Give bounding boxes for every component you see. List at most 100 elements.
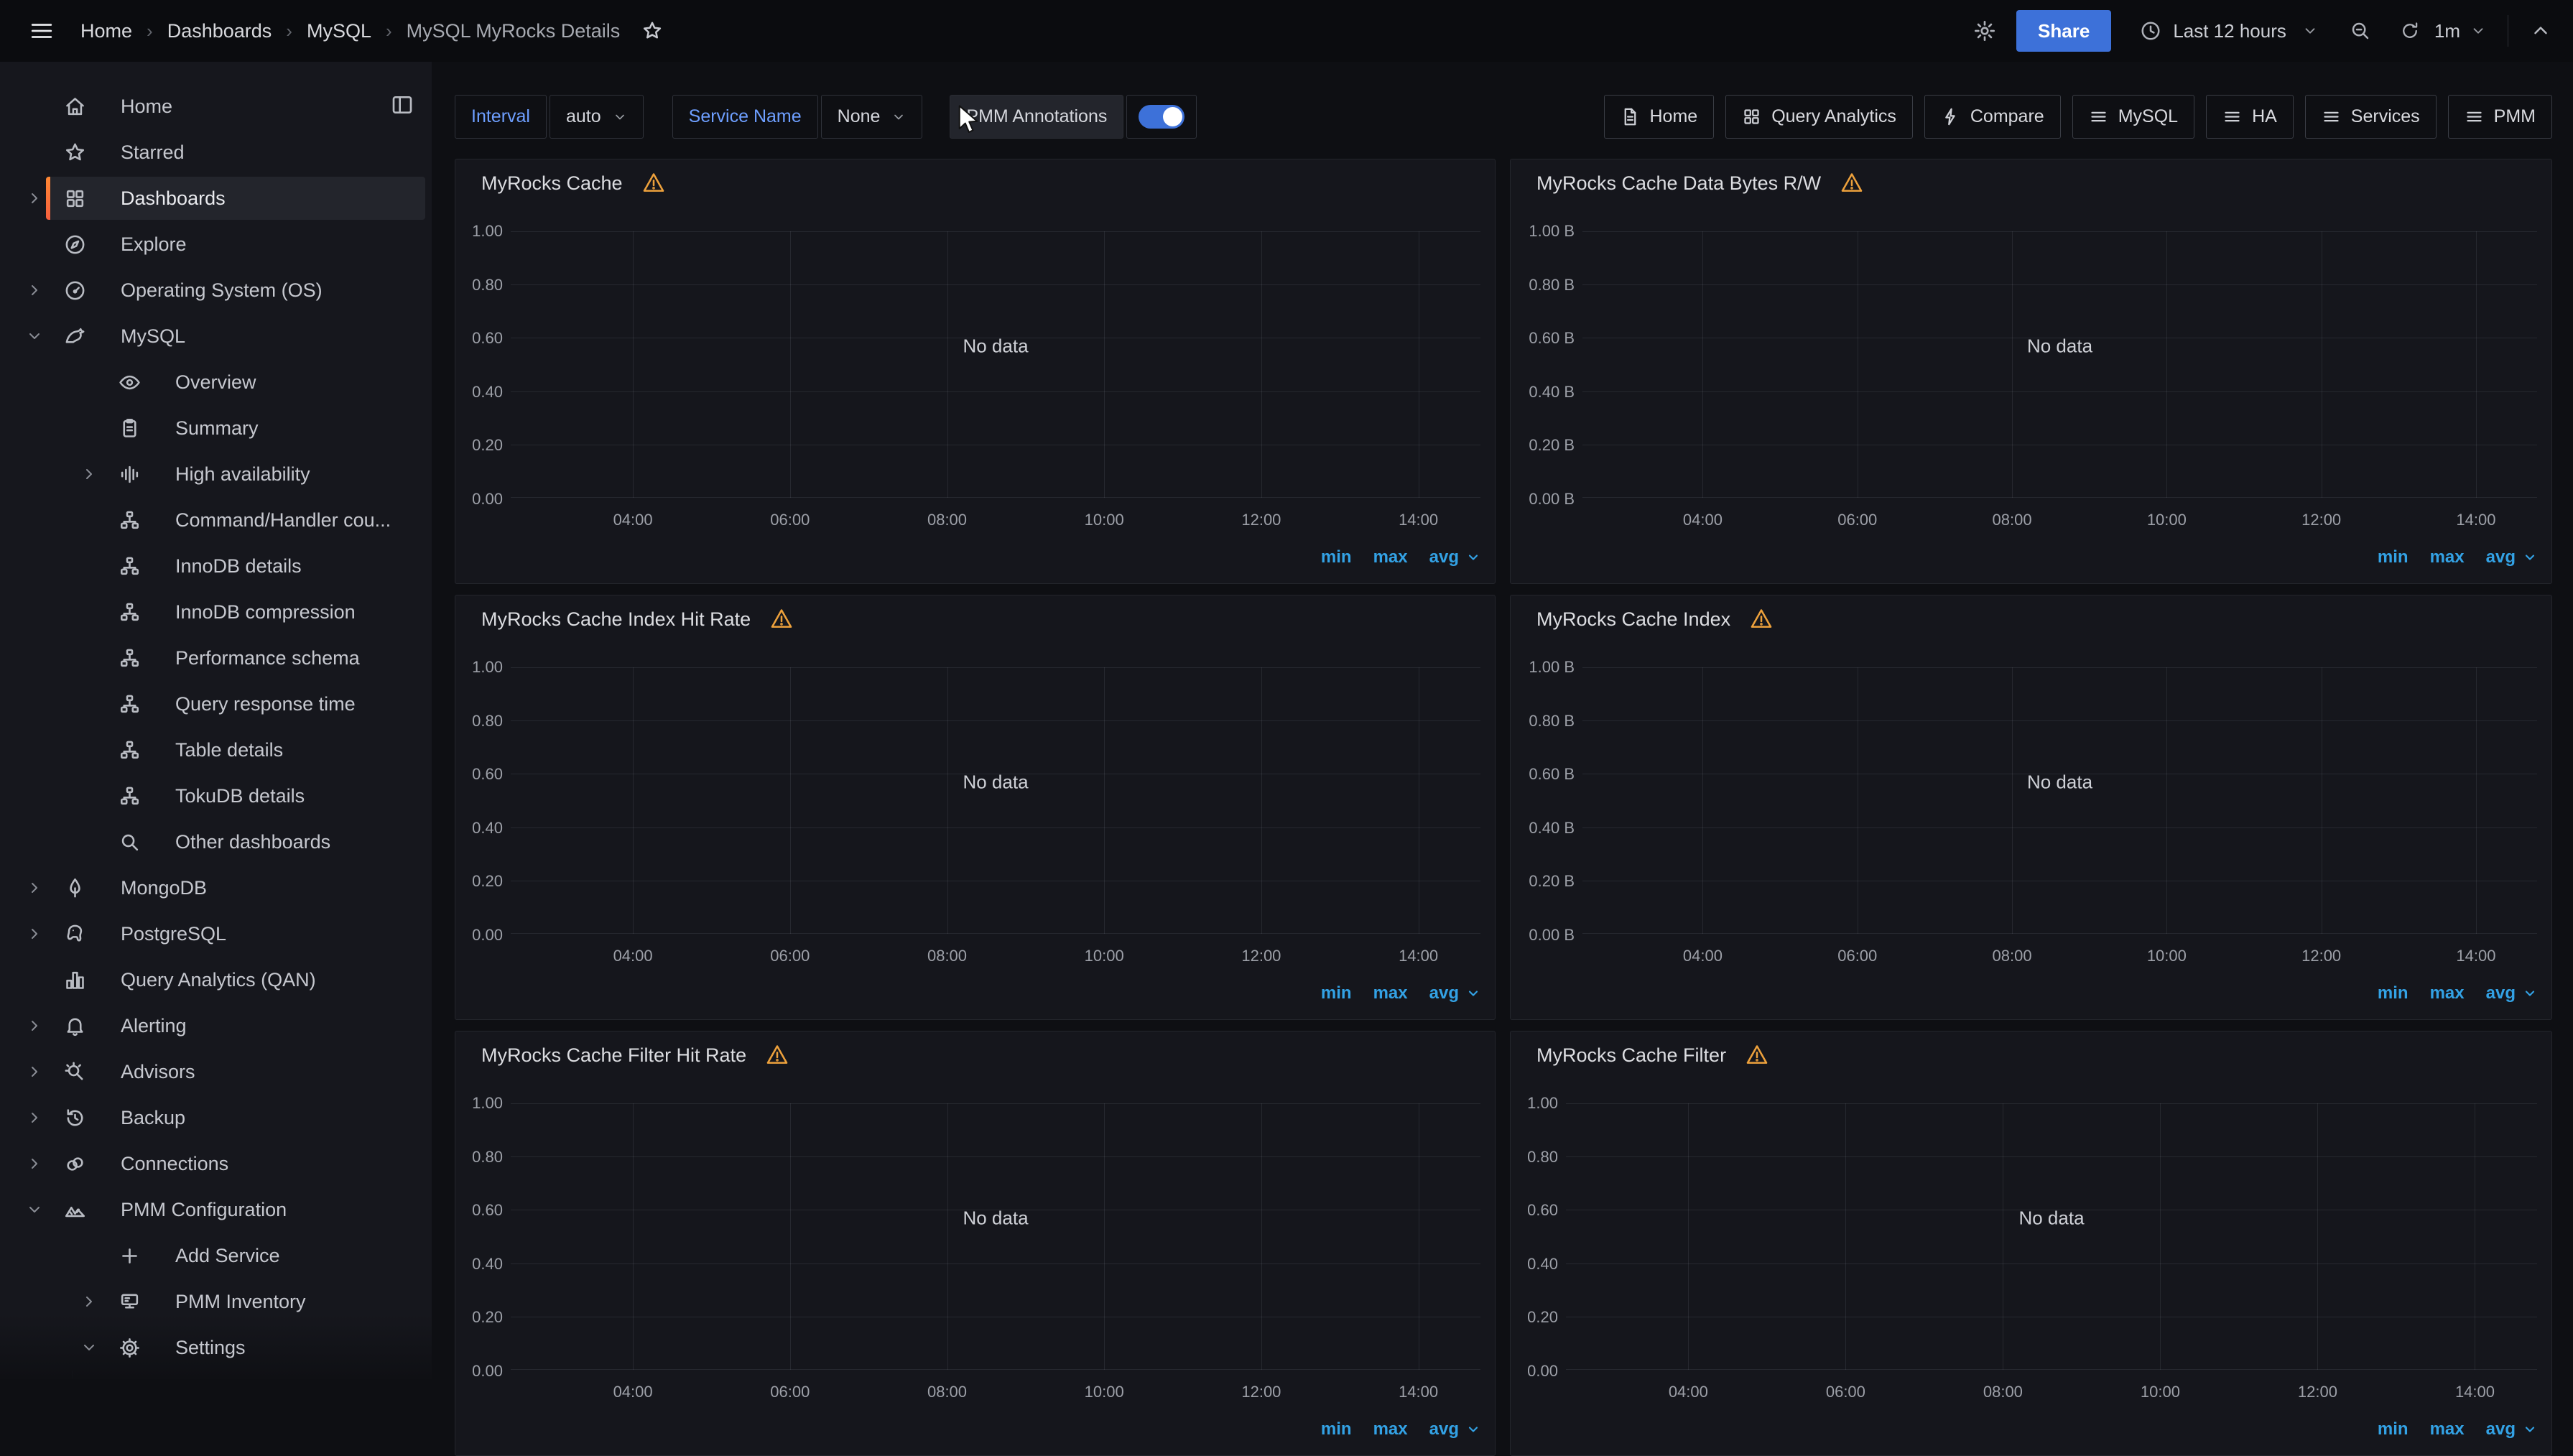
sidebar-item-metrics-resolution[interactable]: Metrics Resolution	[0, 1371, 432, 1379]
link-mysql-button[interactable]: MySQL	[2072, 95, 2194, 139]
interval-label[interactable]: Interval	[455, 95, 547, 139]
breadcrumb-mysql[interactable]: MySQL	[307, 20, 371, 42]
legend-calc-link[interactable]: min	[1321, 1419, 1352, 1439]
link-services-button[interactable]: Services	[2305, 95, 2437, 139]
chevron-right-icon[interactable]	[14, 1109, 55, 1126]
legend-calc-link[interactable]: max	[1373, 547, 1408, 567]
sidebar-item-advisors[interactable]: Advisors	[0, 1049, 432, 1095]
chevron-right-icon[interactable]	[69, 465, 109, 483]
sidebar-item-add-service[interactable]: Add Service	[0, 1233, 432, 1279]
legend-calc-link[interactable]: avg	[2486, 547, 2516, 567]
plot-area[interactable]: No data	[511, 1103, 1480, 1370]
zoom-out-icon[interactable]	[2350, 20, 2371, 42]
legend-calc-link[interactable]: avg	[1429, 983, 1459, 1003]
sidebar-item-mongodb[interactable]: MongoDB	[0, 865, 432, 911]
chevron-down-icon[interactable]	[14, 328, 55, 345]
sidebar-item-backup[interactable]: Backup	[0, 1095, 432, 1141]
breadcrumb-home[interactable]: Home	[80, 20, 132, 42]
link-home-button[interactable]: Home	[1604, 95, 1715, 139]
legend-calc-link[interactable]: min	[1321, 983, 1352, 1003]
panel-title[interactable]: MyRocks Cache Filter Hit Rate	[481, 1044, 746, 1067]
legend-calc-link[interactable]: max	[2430, 1419, 2465, 1439]
sidebar-item-overview[interactable]: Overview	[0, 359, 432, 405]
sidebar-item-command-handler-counters[interactable]: Command/Handler cou...	[0, 497, 432, 543]
sidebar-item-settings[interactable]: Settings	[0, 1325, 432, 1371]
sidebar-item-high-availability[interactable]: High availability	[0, 451, 432, 497]
sidebar-item-pmm-configuration[interactable]: PMM Configuration	[0, 1187, 432, 1233]
panel-title[interactable]: MyRocks Cache Index Hit Rate	[481, 608, 751, 631]
sidebar-item-query-analytics[interactable]: Query Analytics (QAN)	[0, 957, 432, 1003]
menu-toggle-icon[interactable]	[22, 11, 62, 51]
sidebar-item-operating-system[interactable]: Operating System (OS)	[0, 267, 432, 313]
toggle-switch[interactable]	[1139, 105, 1184, 129]
link-query-analytics-button[interactable]: Query Analytics	[1725, 95, 1913, 139]
warning-icon[interactable]	[641, 171, 666, 195]
plot-area[interactable]: No data	[1582, 231, 2537, 498]
legend-calc-link[interactable]: min	[2378, 547, 2409, 567]
interval-dropdown[interactable]: auto	[550, 95, 644, 139]
sidebar-item-dashboards[interactable]: Dashboards	[0, 175, 432, 221]
legend-calc-link[interactable]: max	[2430, 547, 2465, 567]
sidebar-item-query-response-time[interactable]: Query response time	[0, 681, 432, 727]
legend-calc-link[interactable]: max	[1373, 1419, 1408, 1439]
sidebar-item-summary[interactable]: Summary	[0, 405, 432, 451]
plot-area[interactable]: No data	[1582, 667, 2537, 934]
dashboard-settings-gear-icon[interactable]	[1973, 19, 1996, 42]
sidebar-item-pmm-inventory[interactable]: PMM Inventory	[0, 1279, 432, 1325]
sidebar-item-alerting[interactable]: Alerting	[0, 1003, 432, 1049]
kiosk-caret-up-icon[interactable]	[2530, 20, 2551, 42]
legend-calc-link[interactable]: avg	[2486, 1419, 2516, 1439]
link-pmm-button[interactable]: PMM	[2448, 95, 2552, 139]
sidebar-item-home[interactable]: Home	[0, 83, 432, 129]
sidebar-item-other-dashboards[interactable]: Other dashboards	[0, 819, 432, 865]
chevron-right-icon[interactable]	[14, 925, 55, 942]
warning-icon[interactable]	[1749, 607, 1774, 631]
sidebar-item-mysql[interactable]: MySQL	[0, 313, 432, 359]
legend-calc-link[interactable]: min	[2378, 1419, 2409, 1439]
legend-calc-link[interactable]: avg	[2486, 983, 2516, 1003]
legend-calc-link[interactable]: avg	[1429, 1419, 1459, 1439]
sidebar-item-innodb-compression[interactable]: InnoDB compression	[0, 589, 432, 635]
refresh-interval-dropdown[interactable]: 1m	[2434, 20, 2486, 42]
link-ha-button[interactable]: HA	[2206, 95, 2294, 139]
legend-calc-link[interactable]: max	[2430, 983, 2465, 1003]
panel-title[interactable]: MyRocks Cache	[481, 172, 623, 195]
warning-icon[interactable]	[769, 607, 794, 631]
share-button[interactable]: Share	[2016, 10, 2111, 52]
legend-calc-link[interactable]: max	[1373, 983, 1408, 1003]
plot-area[interactable]: No data	[511, 667, 1480, 934]
chevron-right-icon[interactable]	[14, 1063, 55, 1080]
plot-area[interactable]: No data	[1566, 1103, 2537, 1370]
chevron-right-icon[interactable]	[69, 1293, 109, 1310]
chevron-right-icon[interactable]	[14, 282, 55, 299]
sidebar-item-tokudb-details[interactable]: TokuDB details	[0, 773, 432, 819]
link-compare-button[interactable]: Compare	[1924, 95, 2061, 139]
legend-calc-link[interactable]: min	[1321, 547, 1352, 567]
pmm-annotations-toggle[interactable]	[1126, 95, 1197, 139]
panel-title[interactable]: MyRocks Cache Index	[1536, 608, 1730, 631]
sidebar-item-explore[interactable]: Explore	[0, 221, 432, 267]
time-range-picker[interactable]: Last 12 hours	[2130, 20, 2328, 42]
refresh-icon[interactable]	[2400, 21, 2420, 41]
legend-calc-link[interactable]: min	[2378, 983, 2409, 1003]
sidebar-item-postgresql[interactable]: PostgreSQL	[0, 911, 432, 957]
warning-icon[interactable]	[1745, 1043, 1769, 1067]
chevron-right-icon[interactable]	[14, 190, 55, 207]
sidebar-item-starred[interactable]: Starred	[0, 129, 432, 175]
panel-title[interactable]: MyRocks Cache Data Bytes R/W	[1536, 172, 1821, 195]
warning-icon[interactable]	[765, 1043, 789, 1067]
plot-area[interactable]: No data	[511, 231, 1480, 498]
chevron-right-icon[interactable]	[14, 1017, 55, 1034]
chevron-right-icon[interactable]	[14, 1155, 55, 1172]
sidebar-item-table-details[interactable]: Table details	[0, 727, 432, 773]
panel-title[interactable]: MyRocks Cache Filter	[1536, 1044, 1726, 1067]
service-name-dropdown[interactable]: None	[821, 95, 923, 139]
breadcrumb-dashboards[interactable]: Dashboards	[167, 20, 272, 42]
sidebar-item-performance-schema[interactable]: Performance schema	[0, 635, 432, 681]
chevron-down-icon[interactable]	[69, 1339, 109, 1356]
sidebar-item-innodb-details[interactable]: InnoDB details	[0, 543, 432, 589]
chevron-down-icon[interactable]	[14, 1201, 55, 1218]
service-name-label[interactable]: Service Name	[672, 95, 818, 139]
sidebar-item-connections[interactable]: Connections	[0, 1141, 432, 1187]
legend-calc-link[interactable]: avg	[1429, 547, 1459, 567]
